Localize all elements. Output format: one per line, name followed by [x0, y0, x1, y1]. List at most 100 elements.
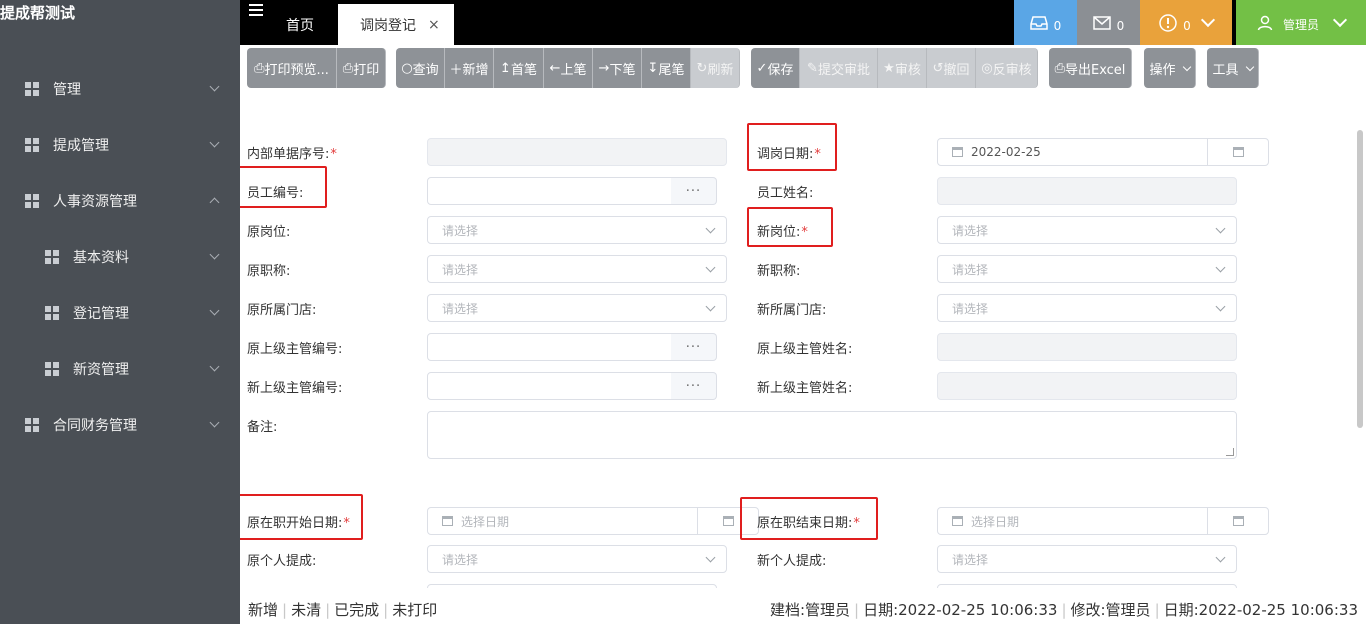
remark-label: 备注: [247, 420, 278, 435]
inbox-button[interactable]: 0 [1014, 0, 1077, 45]
old-commission-label: 原个人提成: [247, 554, 317, 569]
next-row-field[interactable] [427, 584, 717, 588]
old-supervisor-lookup-button[interactable]: ··· [671, 333, 717, 361]
print-button[interactable]: ⎙ 打印 [337, 48, 386, 88]
remark-textarea[interactable] [427, 411, 1237, 459]
record-audit-info: 建档:管理员 | 日期:2022-02-25 10:06:33 | 修改:管理员 | 日期:… [769, 601, 1358, 619]
transfer-date-picker-button[interactable] [1207, 138, 1269, 166]
transfer-form: 内部单据序号:* 调岗日期:* 2022-02-25 员工编号: ··· 员工姓… [240, 93, 1356, 588]
sidebar-item-label: 提成管理 [53, 138, 109, 154]
new-commission-select[interactable]: 请选择 [937, 545, 1237, 573]
printer-icon: ⎙ [342, 60, 354, 76]
next-record-button[interactable]: → 下笔 [593, 48, 642, 88]
calendar-icon [1232, 516, 1244, 526]
sidebar-item-hr[interactable]: 人事资源管理 [0, 187, 240, 215]
user-menu-button[interactable]: 管理员 [1236, 0, 1366, 45]
old-store-select[interactable]: 请选择 [427, 294, 727, 322]
audit-button[interactable]: ★ 审核 [878, 48, 927, 88]
save-button[interactable]: ✓ 保存 [751, 48, 800, 88]
sidebar-item-contract-finance[interactable]: 合同财务管理 [0, 411, 240, 439]
highlight-box [747, 123, 837, 171]
tab-transfer-registration[interactable]: 调岗登记 × [338, 4, 454, 45]
sidebar-item-label: 基本资料 [73, 250, 129, 266]
emp-name-label: 员工姓名: [757, 186, 814, 201]
old-post-select[interactable]: 请选择 [427, 216, 727, 244]
emp-no-input[interactable] [427, 177, 673, 205]
submit-approval-button[interactable]: ✎ 提交审批 [800, 48, 878, 88]
revoke-button[interactable]: ↺ 撤回 [927, 48, 976, 88]
grid-icon [45, 250, 59, 264]
old-end-date-input[interactable]: 选择日期 [937, 507, 1209, 535]
chevron-up-icon [209, 197, 220, 208]
old-end-date-picker-button[interactable] [1207, 507, 1269, 535]
alert-count: 0 [1183, 18, 1191, 33]
highlight-box [240, 494, 363, 540]
query-button[interactable]: ○ 查询 [396, 48, 445, 88]
menu-icon[interactable] [249, 4, 263, 16]
old-title-select[interactable]: 请选择 [427, 255, 727, 283]
new-store-select[interactable]: 请选择 [937, 294, 1237, 322]
emp-name-field[interactable] [937, 177, 1237, 205]
chevron-down-icon [705, 223, 716, 234]
alert-button[interactable]: 0 [1140, 0, 1232, 45]
arrow-up-icon: ↥ [500, 60, 511, 76]
chevron-down-icon [209, 305, 220, 316]
sidebar: 提成帮测试 管理 提成管理 人事资源管理 基本资料 登记管理 新资管理 合同财务… [0, 0, 240, 624]
sidebar-item-commission[interactable]: 提成管理 [0, 131, 240, 159]
created-by: 建档:管理员 [769, 601, 850, 619]
edit-icon: ✎ [807, 60, 818, 76]
prev-record-button[interactable]: ← 上笔 [544, 48, 593, 88]
first-record-button[interactable]: ↥ 首笔 [494, 48, 544, 88]
unaudit-button[interactable]: ◎ 反审核 [976, 48, 1038, 88]
emp-no-lookup-button[interactable]: ··· [671, 177, 717, 205]
next-row-field[interactable] [937, 584, 1237, 588]
last-record-button[interactable]: ↧ 尾笔 [642, 48, 691, 88]
tools-dropdown[interactable]: 工具 [1207, 48, 1259, 88]
print-preview-button[interactable]: ⎙ 打印预览... [247, 48, 337, 88]
sidebar-item-management[interactable]: 管理 [0, 75, 240, 103]
new-supervisor-lookup-button[interactable]: ··· [671, 372, 717, 400]
tab-home[interactable]: 首页 [270, 4, 330, 45]
old-store-label: 原所属门店: [247, 303, 317, 318]
refresh-button[interactable]: ↻ 刷新 [691, 48, 740, 88]
arrow-down-icon: ↧ [647, 60, 659, 76]
plus-icon: ＋ [449, 62, 463, 78]
sidebar-item-basic-info[interactable]: 基本资料 [0, 243, 240, 271]
add-button[interactable]: ＋新增 [445, 48, 494, 88]
arrow-right-icon: → [598, 60, 610, 76]
grid-icon [45, 362, 59, 376]
printer-icon: ⎙ [254, 60, 265, 76]
sidebar-item-registration[interactable]: 登记管理 [0, 299, 240, 327]
close-icon[interactable]: × [428, 17, 440, 33]
chevron-down-icon [1215, 552, 1226, 563]
toolbar: ⎙ 打印预览... ⎙ 打印 ○ 查询 ＋新增 ↥ 首笔 ← 上笔 → 下笔 ↧ 尾笔 ↻ 刷新… [240, 45, 1366, 93]
new-title-select[interactable]: 请选择 [937, 255, 1237, 283]
vertical-scrollbar[interactable] [1357, 130, 1363, 428]
app-title: 提成帮测试 [0, 4, 76, 22]
chevron-down-icon [209, 137, 220, 148]
mail-button[interactable]: 0 [1077, 0, 1140, 45]
export-excel-button[interactable]: ⎙ 导出Excel [1049, 48, 1132, 88]
internal-no-label: 内部单据序号:* [247, 147, 337, 162]
old-start-date-input[interactable]: 选择日期 [427, 507, 699, 535]
sidebar-item-salary[interactable]: 新资管理 [0, 355, 240, 383]
calendar-icon [442, 516, 453, 526]
old-supervisor-name-field[interactable] [937, 333, 1237, 361]
new-supervisor-no-input[interactable] [427, 372, 673, 400]
chevron-down-icon [209, 249, 220, 260]
old-commission-select[interactable]: 请选择 [427, 545, 727, 573]
undo-icon: ↺ [932, 60, 944, 76]
user-icon [1257, 15, 1273, 30]
resize-handle[interactable] [1226, 448, 1234, 456]
new-supervisor-name-label: 新上级主管姓名: [757, 381, 853, 396]
chevron-down-icon [705, 262, 716, 273]
transfer-date-input[interactable]: 2022-02-25 [937, 138, 1209, 166]
new-supervisor-name-field[interactable] [937, 372, 1237, 400]
operations-dropdown[interactable]: 操作 [1144, 48, 1196, 88]
new-post-select[interactable]: 请选择 [937, 216, 1237, 244]
state-completed: 已完成 [334, 601, 380, 619]
internal-no-field[interactable] [427, 138, 727, 166]
old-supervisor-no-input[interactable] [427, 333, 673, 361]
new-supervisor-no-label: 新上级主管编号: [247, 381, 343, 396]
alert-icon [1159, 13, 1177, 32]
